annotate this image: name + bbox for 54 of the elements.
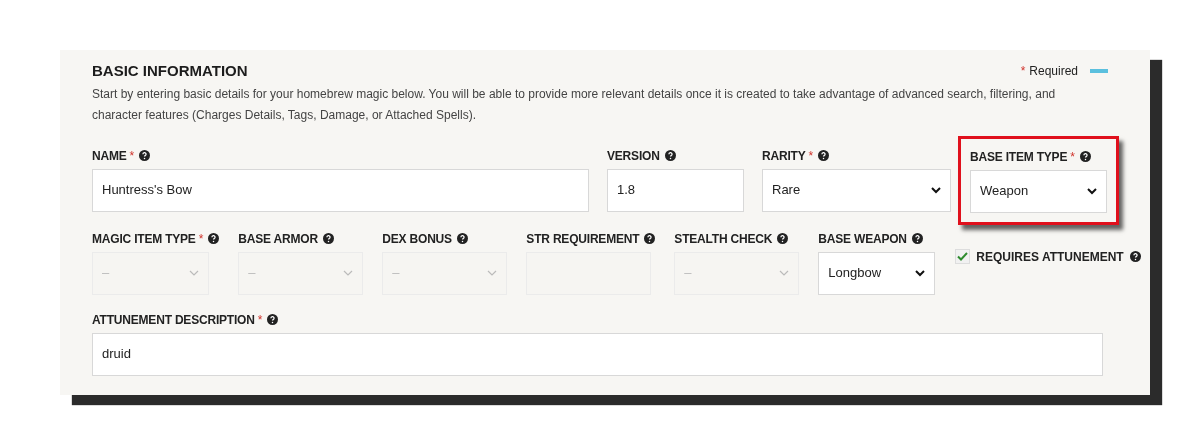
chevron-icon — [1087, 187, 1097, 195]
checkmark-icon — [957, 252, 969, 261]
field-value: Huntress's Bow — [102, 181, 192, 200]
required-mark: * — [129, 147, 135, 165]
checkbox[interactable] — [955, 249, 971, 264]
field-value: druid — [102, 345, 131, 364]
help-icon[interactable] — [911, 233, 923, 244]
chevron-icon — [189, 269, 199, 277]
select-field[interactable]: Longbow — [818, 251, 936, 295]
field-label: MAGIC ITEM TYPE — [92, 230, 196, 248]
chevron-icon — [931, 186, 941, 194]
field-label: NAME — [92, 147, 127, 165]
field-value: Weapon — [980, 182, 1029, 201]
help-icon[interactable] — [1079, 151, 1091, 162]
field-value: – — [102, 264, 110, 283]
field-label: BASE ARMOR — [238, 230, 318, 248]
required-legend: Required — [1029, 62, 1078, 81]
chevron-icon — [779, 269, 790, 277]
field-value: – — [684, 264, 692, 283]
section-title: BASIC INFORMATION — [92, 61, 248, 81]
select-field[interactable]: Weapon — [970, 169, 1107, 213]
chevron-icon — [487, 269, 498, 277]
field-label: ATTUNEMENT DESCRIPTION — [92, 311, 255, 329]
text-field[interactable]: 1.8 — [607, 168, 744, 212]
help-icon[interactable] — [267, 314, 279, 325]
field-label: STEALTH CHECK — [674, 230, 773, 248]
chevron-icon — [343, 269, 354, 277]
field-value: – — [248, 264, 256, 283]
help-icon[interactable] — [818, 150, 830, 161]
text-field[interactable]: druid — [92, 332, 1103, 376]
field-value: Rare — [772, 181, 801, 200]
section-description: Start by entering basic details for your homebrew magic below. You will be able to provide more relevant details once it is created to take advantage of advanced search, filtering, and character features (Charges Details, Tags, Damage, or Attached Spells). — [92, 85, 1057, 124]
chevron-icon — [915, 269, 926, 277]
field-value: – — [392, 264, 400, 283]
legend-swatch — [1090, 69, 1108, 74]
field-label: BASE ITEM TYPE — [970, 148, 1068, 166]
required-mark: * — [1020, 63, 1026, 81]
field-label: RARITY — [762, 147, 806, 165]
checkbox-label: REQUIRES ATTUNEMENT — [976, 248, 1124, 266]
text-field[interactable]: Huntress's Bow — [92, 168, 589, 212]
required-mark: * — [198, 230, 204, 248]
help-icon[interactable] — [664, 150, 676, 161]
help-icon[interactable] — [1129, 251, 1141, 262]
select-field[interactable]: Rare — [762, 168, 951, 212]
required-mark: * — [257, 311, 263, 329]
field-label: DEX BONUS — [382, 230, 452, 248]
field-label: VERSION — [607, 147, 660, 165]
field-value: Longbow — [828, 264, 882, 283]
help-icon[interactable] — [139, 150, 151, 161]
field-label: BASE WEAPON — [818, 230, 907, 248]
required-mark: * — [1070, 148, 1075, 166]
required-mark: * — [808, 147, 814, 165]
field-value: 1.8 — [617, 181, 636, 200]
field-label: STR REQUIREMENT — [526, 230, 640, 248]
